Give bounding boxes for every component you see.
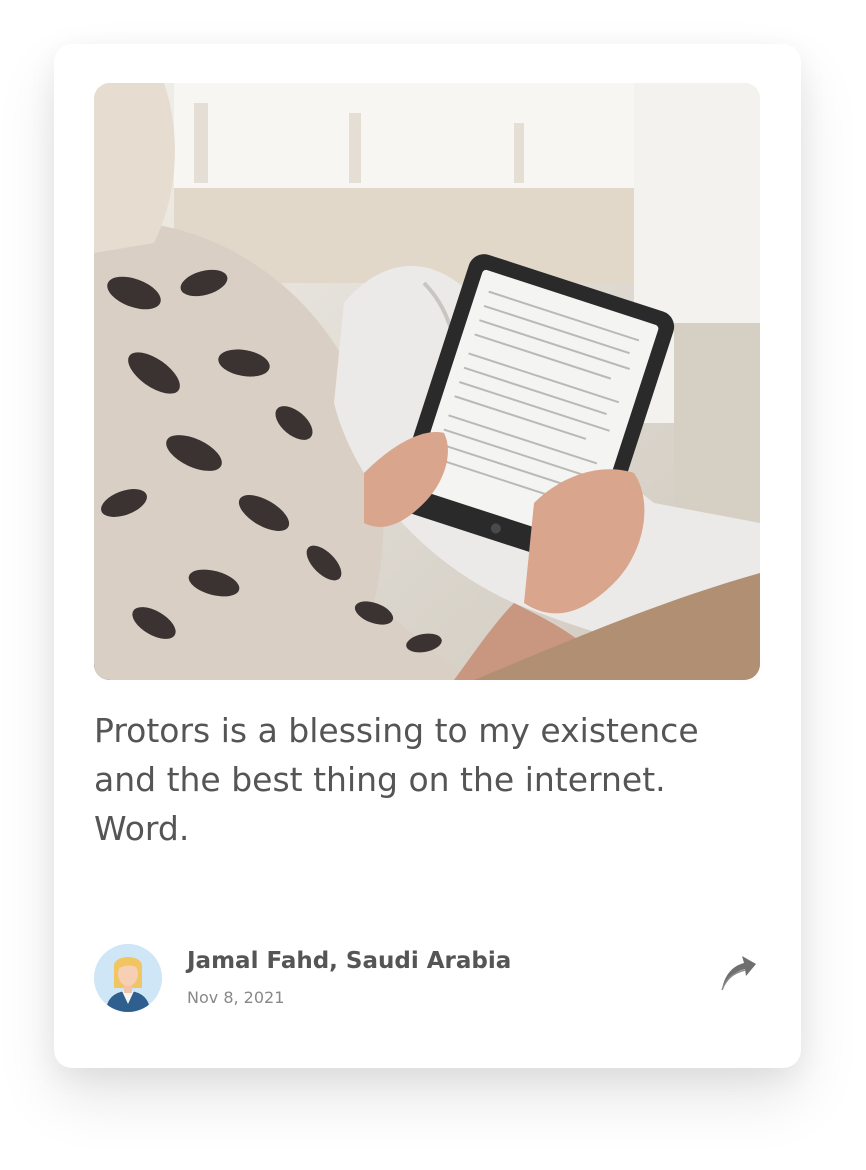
testimonial-card: Protors is a blessing to my existence an…: [54, 44, 801, 1068]
testimonial-photo: [94, 83, 760, 680]
author-avatar: [94, 944, 162, 1012]
author-block: Jamal Fahd, Saudi Arabia Nov 8, 2021: [94, 944, 760, 1014]
testimonial-quote: Protors is a blessing to my existence an…: [94, 711, 699, 848]
share-arrow-icon[interactable]: [720, 952, 758, 992]
author-name: Jamal Fahd, Saudi Arabia: [187, 948, 512, 974]
post-date: Nov 8, 2021: [187, 988, 285, 1007]
